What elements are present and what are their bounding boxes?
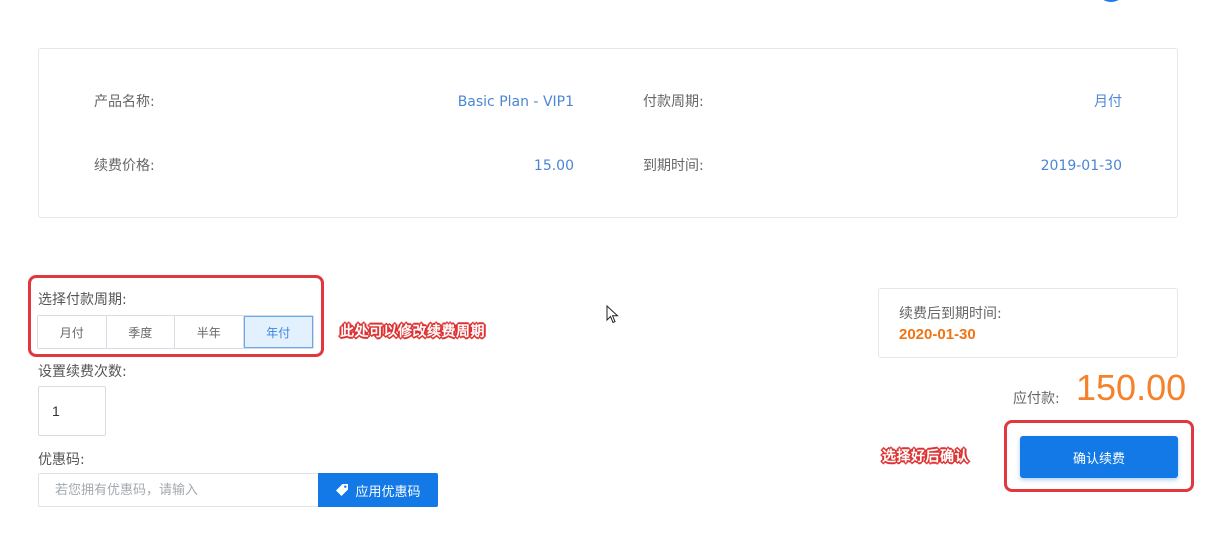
confirm-renewal-button[interactable]: 确认续费 — [1020, 436, 1178, 478]
coupon-input[interactable] — [38, 473, 319, 507]
period-selector: 月付 季度 半年 年付 — [37, 315, 314, 349]
product-info-card: 产品名称: Basic Plan - VIP1 付款周期: 月付 续费价格: 1… — [38, 48, 1178, 218]
period-option-monthly[interactable]: 月付 — [38, 316, 107, 348]
expiry-label: 到期时间: — [643, 158, 704, 174]
payment-cycle-value: 月付 — [1094, 94, 1122, 110]
period-option-quarterly[interactable]: 季度 — [106, 316, 175, 348]
period-option-half-year[interactable]: 半年 — [175, 316, 244, 348]
renew-price-value: 15.00 — [533, 158, 574, 174]
payment-cycle-label: 付款周期: — [643, 94, 704, 110]
new-expiry-value: 2020-01-30 — [899, 326, 976, 343]
expiry-value: 2019-01-30 — [1040, 158, 1122, 174]
annotation-confirm-note: 选择好后确认 — [882, 449, 969, 465]
period-label: 选择付款周期: — [38, 292, 127, 308]
mouse-cursor-icon — [606, 305, 619, 324]
product-name-value: Basic Plan - VIP1 — [457, 94, 574, 110]
period-option-yearly[interactable]: 年付 — [243, 316, 313, 348]
pay-amount: 150.00 — [1076, 367, 1187, 408]
times-input[interactable] — [38, 386, 106, 436]
coupon-label: 优惠码: — [38, 452, 85, 468]
renew-price-label: 续费价格: — [94, 158, 155, 174]
new-expiry-card: 续费后到期时间: 2020-01-30 — [878, 288, 1178, 358]
new-expiry-label: 续费后到期时间: — [899, 306, 1002, 322]
apply-coupon-button[interactable]: 应用优惠码 — [318, 473, 438, 507]
product-name-label: 产品名称: — [94, 94, 155, 110]
renewal-page: 产品名称: Basic Plan - VIP1 付款周期: 月付 续费价格: 1… — [0, 0, 1220, 543]
tag-icon — [336, 484, 349, 496]
pay-label: 应付款: — [1013, 391, 1060, 407]
avatar[interactable] — [1096, 0, 1126, 2]
apply-coupon-label: 应用优惠码 — [355, 484, 421, 500]
times-label: 设置续费次数: — [38, 364, 127, 380]
annotation-period-note: 此处可以修改续费周期 — [340, 324, 485, 340]
